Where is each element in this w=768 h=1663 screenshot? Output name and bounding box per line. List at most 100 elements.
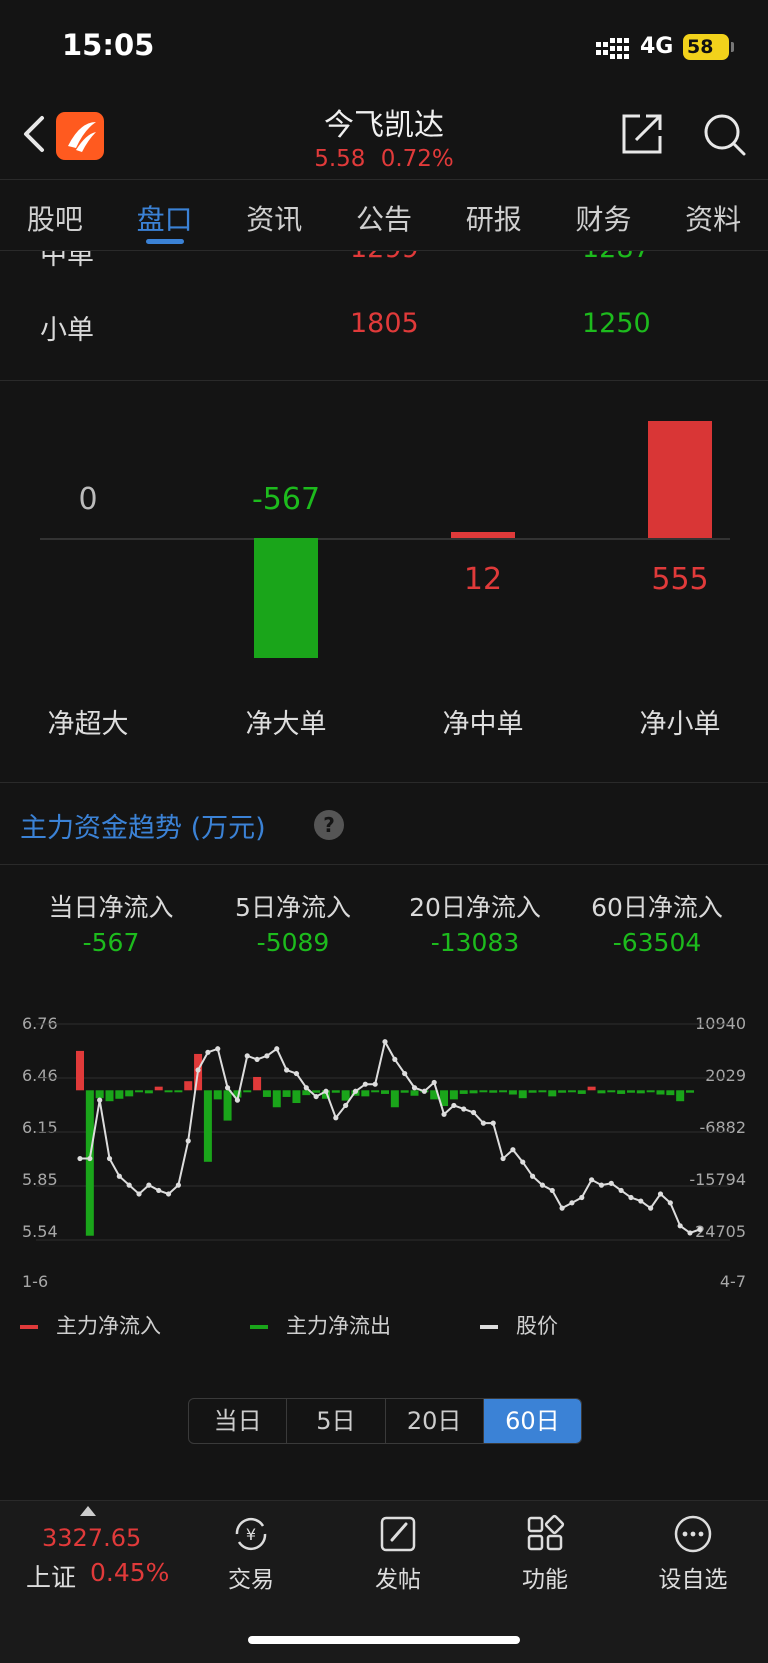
outflow-bar — [479, 1090, 488, 1093]
home-indicator — [248, 1636, 520, 1644]
tab-guba[interactable]: 股吧 — [0, 180, 110, 250]
outflow-bar — [508, 1090, 517, 1095]
summary-value: -63504 — [612, 928, 702, 957]
section-title: 主力资金趋势 (万元) — [20, 813, 266, 844]
period-60d[interactable]: 60日 — [483, 1399, 581, 1443]
outflow-bar — [676, 1090, 685, 1102]
outflow-bar — [381, 1090, 389, 1094]
period-20d[interactable]: 20日 — [386, 1399, 484, 1443]
price-point — [146, 1182, 152, 1188]
net-flow-value-large: -567 — [251, 482, 321, 517]
outflow-bar — [449, 1090, 458, 1100]
price-point — [205, 1049, 211, 1055]
price-point — [224, 1085, 231, 1091]
outflow-bar — [459, 1090, 468, 1094]
nav-trade[interactable]: ¥ 交易 — [196, 1514, 306, 1594]
outflow-value: 1287 — [582, 251, 651, 264]
price-point — [510, 1147, 516, 1153]
outflow-bar — [469, 1090, 478, 1094]
divider — [0, 782, 768, 783]
nav-label: 发帖 — [375, 1567, 421, 1593]
outflow-bar — [528, 1090, 537, 1093]
inflow-value: 1299 — [350, 251, 419, 264]
nav-label: 功能 — [522, 1567, 568, 1593]
help-icon[interactable]: ? — [314, 810, 344, 840]
price-point — [598, 1182, 605, 1188]
outflow-bar — [656, 1090, 665, 1095]
price-point — [87, 1155, 93, 1162]
period-5d[interactable]: 5日 — [287, 1399, 386, 1443]
price-point — [421, 1088, 427, 1094]
outflow-bar — [164, 1090, 173, 1093]
status-time: 15:05 — [62, 28, 155, 62]
summary-label: 60日净流入 — [591, 893, 723, 922]
net-flow-bar-large — [254, 538, 318, 658]
outflow-bar — [371, 1090, 380, 1093]
price-point — [313, 1093, 319, 1100]
tab-profile[interactable]: 资料 — [658, 180, 768, 250]
outflow-value: 1250 — [582, 308, 651, 339]
outflow-bar — [400, 1090, 409, 1093]
tab-research[interactable]: 研报 — [439, 180, 549, 250]
tab-pankou[interactable]: 盘口 — [110, 180, 220, 250]
grid-icon — [527, 1514, 565, 1551]
inflow-bar — [76, 1050, 84, 1091]
price-point — [529, 1173, 536, 1179]
price-point — [648, 1205, 654, 1211]
price-point — [618, 1187, 624, 1194]
tab-bar: 股吧 盘口 资讯 公告 研报 财务 资料 — [0, 180, 768, 250]
price-point — [608, 1180, 614, 1186]
signal-icon — [596, 38, 629, 59]
price-point — [402, 1070, 408, 1077]
summary-label: 5日净流入 — [235, 893, 351, 922]
price-point — [441, 1111, 447, 1117]
nav-watchlist[interactable]: 设自选 — [638, 1514, 748, 1594]
outflow-bar — [567, 1090, 576, 1093]
share-icon[interactable] — [620, 112, 664, 156]
price-point — [293, 1070, 300, 1077]
battery-level: 58 — [687, 36, 714, 58]
summary-value: -567 — [82, 928, 140, 957]
outflow-bar — [115, 1090, 124, 1099]
outflow-bar — [577, 1090, 586, 1094]
search-icon[interactable] — [702, 112, 746, 158]
tab-finance[interactable]: 财务 — [549, 180, 659, 250]
price-point — [106, 1155, 113, 1162]
net-flow-bar-small — [648, 420, 712, 538]
outflow-bar — [636, 1090, 645, 1094]
price-point — [215, 1046, 221, 1052]
tab-news[interactable]: 资讯 — [219, 180, 329, 250]
outflow-bar — [135, 1090, 144, 1093]
outflow-bar — [292, 1090, 301, 1104]
price-point — [638, 1198, 644, 1204]
outflow-bar — [548, 1090, 557, 1097]
price-point — [569, 1200, 575, 1206]
price-point — [461, 1106, 467, 1112]
period-today[interactable]: 当日 — [189, 1399, 288, 1443]
outflow-bar — [607, 1090, 616, 1093]
period-selector: 当日 5日 20日 60日 — [188, 1398, 582, 1444]
outflow-bar — [95, 1090, 104, 1099]
nav-functions[interactable]: 功能 — [490, 1514, 600, 1594]
price-point — [175, 1182, 181, 1188]
more-icon — [674, 1515, 712, 1553]
outflow-bar — [410, 1090, 419, 1096]
price-point — [303, 1085, 309, 1091]
net-flow-baseline — [40, 538, 730, 540]
trade-icon: ¥ — [235, 1517, 267, 1551]
outflow-bar — [144, 1090, 153, 1094]
price-point — [244, 1053, 250, 1059]
outflow-bar — [213, 1090, 222, 1100]
index-value[interactable]: 3327.65 — [42, 1524, 141, 1552]
x-axis-end: 4-7 — [719, 1272, 746, 1291]
price-point — [470, 1109, 477, 1116]
nav-post[interactable]: 发帖 — [343, 1514, 453, 1594]
price-point — [284, 1067, 290, 1073]
inflow-bar — [154, 1086, 163, 1091]
price-point — [352, 1088, 359, 1094]
tab-announcements[interactable]: 公告 — [329, 180, 439, 250]
outflow-bar — [331, 1090, 340, 1093]
net-flow-value-medium: 12 — [463, 562, 503, 597]
outflow-bar — [272, 1090, 281, 1108]
index-name[interactable]: 上证 — [26, 1558, 76, 1594]
